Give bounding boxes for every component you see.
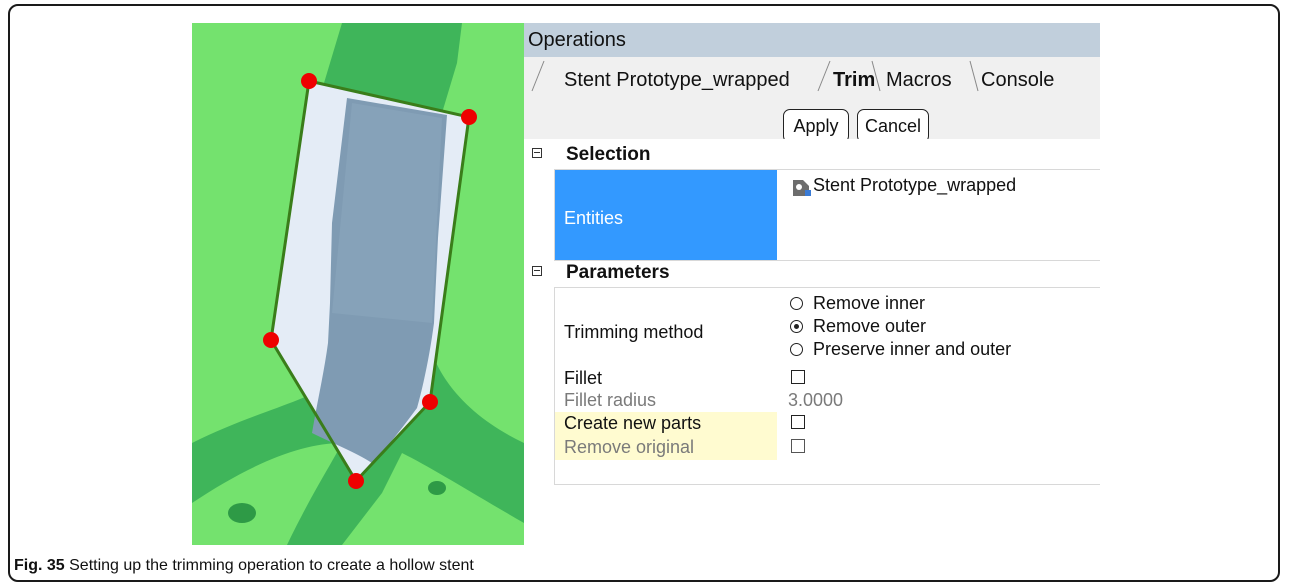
create-new-parts-checkbox[interactable]	[791, 415, 805, 429]
caption-text: Setting up the trimming operation to cre…	[64, 557, 474, 574]
selection-grid: Entities Stent Prototype_wrapped	[554, 169, 1100, 261]
radio-label-remove-inner: Remove inner	[813, 293, 926, 313]
viewport-3d[interactable]	[192, 23, 524, 545]
operations-panel: Operations Stent Prototype_wrapped Trim …	[524, 23, 1100, 545]
control-point[interactable]	[461, 109, 477, 125]
fillet-checkbox[interactable]	[791, 370, 805, 384]
fillet-label: Fillet	[564, 368, 603, 388]
radio-label-remove-outer: Remove outer	[813, 316, 927, 336]
entities-label-cell[interactable]: Entities	[555, 170, 777, 260]
tab-console[interactable]: Console	[981, 67, 1054, 93]
tab-macros[interactable]: Macros	[886, 67, 952, 93]
radio-label-preserve: Preserve inner and outer	[813, 339, 1012, 359]
fillet-radius-label: Fillet radius	[564, 390, 657, 410]
tab-stent-prototype[interactable]: Stent Prototype_wrapped	[564, 67, 790, 93]
operations-title: Operations	[524, 23, 1100, 57]
selection-section-header[interactable]: Selection	[524, 141, 1100, 169]
control-point[interactable]	[348, 473, 364, 489]
apply-button[interactable]: Apply	[783, 109, 849, 143]
part-icon	[791, 178, 813, 198]
control-point[interactable]	[263, 332, 279, 348]
fillet-radius-value[interactable]: 3.0000	[788, 390, 843, 411]
entity-name[interactable]: Stent Prototype_wrapped	[813, 175, 1016, 196]
remove-original-label: Remove original	[564, 437, 695, 457]
parameters-header-label: Parameters	[566, 262, 670, 283]
trimming-method-label: Trimming method	[564, 322, 704, 342]
control-point[interactable]	[301, 73, 317, 89]
tab-trim[interactable]: Trim	[833, 67, 875, 93]
radio-remove-outer[interactable]	[790, 320, 803, 333]
caption-label: Fig. 35	[14, 557, 65, 574]
control-point[interactable]	[422, 394, 438, 410]
radio-remove-inner[interactable]	[790, 297, 803, 310]
entities-label: Entities	[564, 208, 624, 228]
create-new-parts-label: Create new parts	[564, 413, 702, 433]
cancel-button[interactable]: Cancel	[857, 109, 929, 143]
property-grid: Selection Entities Stent Prototype_wrapp…	[524, 139, 1100, 545]
remove-original-checkbox[interactable]	[791, 439, 805, 453]
parameters-grid: Trimming method Remove inner Remove oute…	[554, 287, 1100, 485]
radio-preserve[interactable]	[790, 343, 803, 356]
vessel-hole	[428, 481, 446, 495]
collapse-icon[interactable]	[532, 266, 542, 276]
selection-header-label: Selection	[566, 144, 651, 165]
figure-caption: Fig. 35 Setting up the trimming operatio…	[14, 557, 474, 575]
vessel-hole	[228, 503, 256, 523]
parameters-section-header[interactable]: Parameters	[524, 259, 1100, 287]
collapse-icon[interactable]	[532, 148, 542, 158]
